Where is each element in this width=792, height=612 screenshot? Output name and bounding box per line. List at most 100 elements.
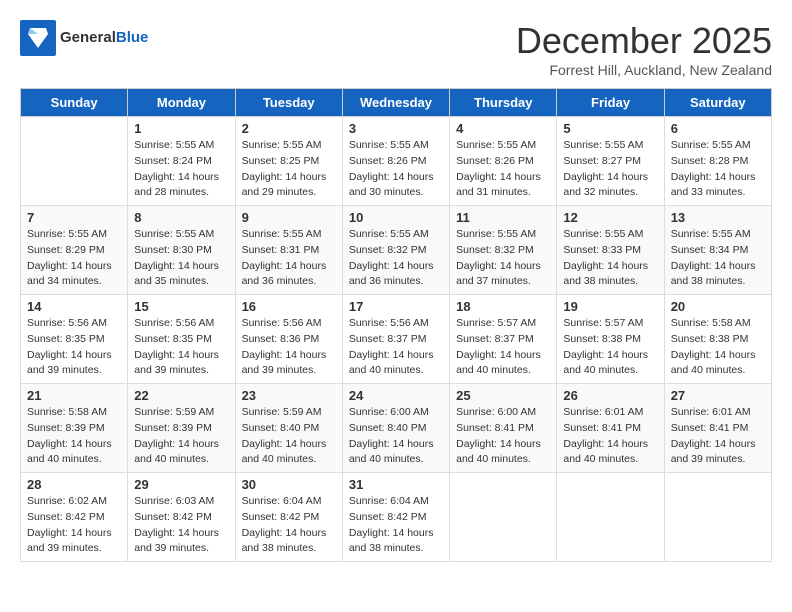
sunset-label: Sunset: 8:39 PM [134, 422, 212, 434]
day-info: Sunrise: 6:00 AM Sunset: 8:40 PM Dayligh… [349, 405, 443, 468]
calendar-week-3: 14 Sunrise: 5:56 AM Sunset: 8:35 PM Dayl… [21, 295, 772, 384]
day-number: 28 [27, 477, 121, 492]
daylight-label: Daylight: 14 hours and 40 minutes. [456, 438, 541, 466]
day-info: Sunrise: 5:55 AM Sunset: 8:34 PM Dayligh… [671, 227, 765, 290]
calendar-cell: 11 Sunrise: 5:55 AM Sunset: 8:32 PM Dayl… [450, 206, 557, 295]
day-info: Sunrise: 5:55 AM Sunset: 8:26 PM Dayligh… [349, 138, 443, 201]
sunrise-label: Sunrise: 6:04 AM [242, 495, 322, 507]
sunrise-label: Sunrise: 6:00 AM [349, 406, 429, 418]
sunset-label: Sunset: 8:35 PM [134, 333, 212, 345]
sunset-label: Sunset: 8:42 PM [242, 511, 320, 523]
day-header-friday: Friday [557, 89, 664, 117]
sunrise-label: Sunrise: 5:55 AM [563, 139, 643, 151]
sunset-label: Sunset: 8:24 PM [134, 155, 212, 167]
calendar-cell: 4 Sunrise: 5:55 AM Sunset: 8:26 PM Dayli… [450, 117, 557, 206]
sunrise-label: Sunrise: 5:59 AM [242, 406, 322, 418]
daylight-label: Daylight: 14 hours and 28 minutes. [134, 171, 219, 199]
calendar-cell: 3 Sunrise: 5:55 AM Sunset: 8:26 PM Dayli… [342, 117, 449, 206]
day-number: 5 [563, 121, 657, 136]
daylight-label: Daylight: 14 hours and 40 minutes. [671, 349, 756, 377]
day-info: Sunrise: 5:55 AM Sunset: 8:26 PM Dayligh… [456, 138, 550, 201]
daylight-label: Daylight: 14 hours and 40 minutes. [242, 438, 327, 466]
sunrise-label: Sunrise: 6:01 AM [563, 406, 643, 418]
calendar-week-1: 1 Sunrise: 5:55 AM Sunset: 8:24 PM Dayli… [21, 117, 772, 206]
day-info: Sunrise: 5:55 AM Sunset: 8:24 PM Dayligh… [134, 138, 228, 201]
calendar-header-row: SundayMondayTuesdayWednesdayThursdayFrid… [21, 89, 772, 117]
sunrise-label: Sunrise: 5:56 AM [27, 317, 107, 329]
day-number: 11 [456, 210, 550, 225]
day-info: Sunrise: 5:55 AM Sunset: 8:33 PM Dayligh… [563, 227, 657, 290]
calendar-table: SundayMondayTuesdayWednesdayThursdayFrid… [20, 88, 772, 562]
day-number: 18 [456, 299, 550, 314]
calendar-week-5: 28 Sunrise: 6:02 AM Sunset: 8:42 PM Dayl… [21, 473, 772, 562]
day-info: Sunrise: 6:01 AM Sunset: 8:41 PM Dayligh… [671, 405, 765, 468]
day-info: Sunrise: 5:55 AM Sunset: 8:29 PM Dayligh… [27, 227, 121, 290]
sunset-label: Sunset: 8:26 PM [456, 155, 534, 167]
daylight-label: Daylight: 14 hours and 32 minutes. [563, 171, 648, 199]
calendar-cell: 8 Sunrise: 5:55 AM Sunset: 8:30 PM Dayli… [128, 206, 235, 295]
daylight-label: Daylight: 14 hours and 39 minutes. [27, 527, 112, 555]
sunrise-label: Sunrise: 5:55 AM [456, 228, 536, 240]
daylight-label: Daylight: 14 hours and 40 minutes. [27, 438, 112, 466]
day-info: Sunrise: 5:55 AM Sunset: 8:27 PM Dayligh… [563, 138, 657, 201]
day-info: Sunrise: 5:57 AM Sunset: 8:37 PM Dayligh… [456, 316, 550, 379]
sunrise-label: Sunrise: 6:00 AM [456, 406, 536, 418]
day-number: 17 [349, 299, 443, 314]
calendar-cell [450, 473, 557, 562]
day-number: 2 [242, 121, 336, 136]
daylight-label: Daylight: 14 hours and 36 minutes. [242, 260, 327, 288]
day-number: 7 [27, 210, 121, 225]
location: Forrest Hill, Auckland, New Zealand [516, 62, 772, 78]
day-info: Sunrise: 5:56 AM Sunset: 8:37 PM Dayligh… [349, 316, 443, 379]
daylight-label: Daylight: 14 hours and 31 minutes. [456, 171, 541, 199]
calendar-cell: 14 Sunrise: 5:56 AM Sunset: 8:35 PM Dayl… [21, 295, 128, 384]
daylight-label: Daylight: 14 hours and 39 minutes. [134, 527, 219, 555]
sunrise-label: Sunrise: 6:01 AM [671, 406, 751, 418]
sunset-label: Sunset: 8:25 PM [242, 155, 320, 167]
day-number: 15 [134, 299, 228, 314]
calendar-cell: 6 Sunrise: 5:55 AM Sunset: 8:28 PM Dayli… [664, 117, 771, 206]
sunrise-label: Sunrise: 5:57 AM [563, 317, 643, 329]
calendar-cell [21, 117, 128, 206]
calendar-cell: 22 Sunrise: 5:59 AM Sunset: 8:39 PM Dayl… [128, 384, 235, 473]
sunset-label: Sunset: 8:38 PM [671, 333, 749, 345]
calendar-cell: 12 Sunrise: 5:55 AM Sunset: 8:33 PM Dayl… [557, 206, 664, 295]
day-header-monday: Monday [128, 89, 235, 117]
day-number: 22 [134, 388, 228, 403]
sunset-label: Sunset: 8:31 PM [242, 244, 320, 256]
sunset-label: Sunset: 8:42 PM [134, 511, 212, 523]
logo: GeneralBlue [20, 20, 148, 56]
sunset-label: Sunset: 8:28 PM [671, 155, 749, 167]
sunrise-label: Sunrise: 5:57 AM [456, 317, 536, 329]
calendar-cell: 17 Sunrise: 5:56 AM Sunset: 8:37 PM Dayl… [342, 295, 449, 384]
sunrise-label: Sunrise: 5:58 AM [27, 406, 107, 418]
sunset-label: Sunset: 8:37 PM [349, 333, 427, 345]
day-info: Sunrise: 6:04 AM Sunset: 8:42 PM Dayligh… [242, 494, 336, 557]
day-number: 1 [134, 121, 228, 136]
daylight-label: Daylight: 14 hours and 39 minutes. [242, 349, 327, 377]
day-header-saturday: Saturday [664, 89, 771, 117]
daylight-label: Daylight: 14 hours and 39 minutes. [27, 349, 112, 377]
daylight-label: Daylight: 14 hours and 38 minutes. [349, 527, 434, 555]
logo-general: GeneralBlue [60, 29, 148, 47]
daylight-label: Daylight: 14 hours and 40 minutes. [349, 438, 434, 466]
sunset-label: Sunset: 8:38 PM [563, 333, 641, 345]
day-number: 6 [671, 121, 765, 136]
daylight-label: Daylight: 14 hours and 39 minutes. [671, 438, 756, 466]
day-number: 4 [456, 121, 550, 136]
calendar-cell: 5 Sunrise: 5:55 AM Sunset: 8:27 PM Dayli… [557, 117, 664, 206]
sunset-label: Sunset: 8:40 PM [349, 422, 427, 434]
calendar-cell: 24 Sunrise: 6:00 AM Sunset: 8:40 PM Dayl… [342, 384, 449, 473]
daylight-label: Daylight: 14 hours and 36 minutes. [349, 260, 434, 288]
day-number: 8 [134, 210, 228, 225]
sunrise-label: Sunrise: 5:56 AM [134, 317, 214, 329]
daylight-label: Daylight: 14 hours and 34 minutes. [27, 260, 112, 288]
calendar-cell: 19 Sunrise: 5:57 AM Sunset: 8:38 PM Dayl… [557, 295, 664, 384]
day-number: 20 [671, 299, 765, 314]
month-title: December 2025 [516, 20, 772, 62]
sunset-label: Sunset: 8:37 PM [456, 333, 534, 345]
day-info: Sunrise: 5:59 AM Sunset: 8:39 PM Dayligh… [134, 405, 228, 468]
daylight-label: Daylight: 14 hours and 38 minutes. [671, 260, 756, 288]
day-info: Sunrise: 5:56 AM Sunset: 8:36 PM Dayligh… [242, 316, 336, 379]
sunrise-label: Sunrise: 6:03 AM [134, 495, 214, 507]
